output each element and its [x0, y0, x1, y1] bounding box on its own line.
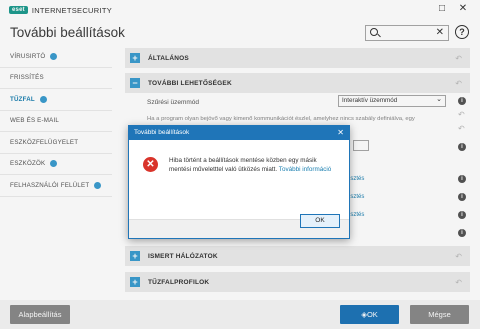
more-info-link[interactable]: További információ	[279, 166, 332, 173]
dialog-title: További beállítások	[134, 129, 190, 136]
dialog-title-bar: További beállítások ✕	[129, 126, 349, 140]
dialog-message: Hiba történt a beállítások mentése közbe…	[169, 157, 332, 173]
dialog-ok-button[interactable]: OK	[300, 214, 340, 228]
error-dialog: További beállítások ✕ ✕ Hiba történt a b…	[128, 125, 350, 239]
close-icon[interactable]: ✕	[337, 126, 344, 140]
dialog-body: ✕ Hiba történt a beállítások mentése köz…	[129, 140, 349, 219]
error-icon: ✕	[143, 157, 158, 172]
